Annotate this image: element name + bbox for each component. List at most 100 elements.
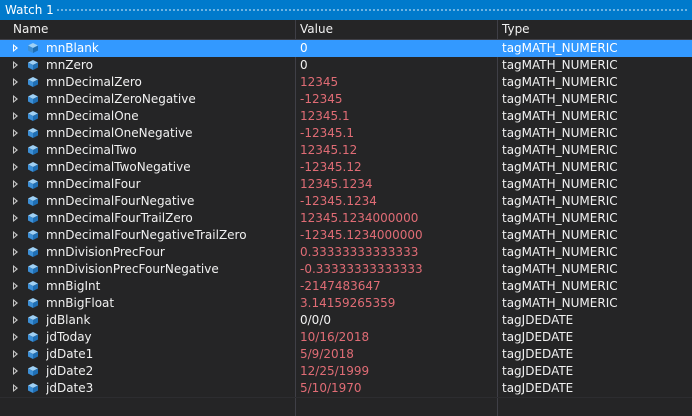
watch-row-value[interactable]: 5/10/1970 (300, 380, 494, 397)
watch-row[interactable]: mnBlank 0 tagMATH_NUMERIC (0, 40, 692, 57)
expand-arrow-icon[interactable] (13, 146, 18, 154)
watch-grid: Name Value Type mnBlank 0 tagMATH_NUMERIC m… (0, 20, 692, 416)
watch-row-value[interactable]: -2147483647 (300, 278, 494, 295)
watch-row[interactable]: mnBigFloat 3.14159265359 tagMATH_NUMERIC (0, 295, 692, 312)
column-header-value[interactable]: Value (300, 20, 333, 39)
watch-row-value[interactable]: -12345.12 (300, 159, 494, 176)
watch-row[interactable]: mnDecimalOneNegative -12345.1 tagMATH_NUME… (0, 125, 692, 142)
watch-row-value[interactable]: -0.33333333333333 (300, 261, 494, 278)
expand-arrow-icon[interactable] (13, 384, 18, 392)
column-header-type[interactable]: Type (502, 20, 530, 39)
watch-row-name[interactable]: mnBigFloat (46, 295, 292, 312)
watch-row[interactable]: jdToday 10/16/2018 tagJDEDATE (0, 329, 692, 346)
expand-arrow-icon[interactable] (13, 316, 18, 324)
watch-row-value[interactable]: 10/16/2018 (300, 329, 494, 346)
watch-row[interactable]: mnDecimalTwoNegative -12345.12 tagMATH_NUM… (0, 159, 692, 176)
watch-row[interactable]: jdDate2 12/25/1999 tagJDEDATE (0, 363, 692, 380)
watch-row-name[interactable]: mnDivisionPrecFour (46, 244, 292, 261)
watch-row[interactable]: mnDecimalOne 12345.1 tagMATH_NUMERIC (0, 108, 692, 125)
expand-arrow-icon[interactable] (13, 350, 18, 358)
watch-row-name[interactable]: mnDivisionPrecFourNegative (46, 261, 292, 278)
watch-row-value[interactable]: 12345.1234000000 (300, 210, 494, 227)
watch-row-name[interactable]: mnDecimalOne (46, 108, 292, 125)
watch-row[interactable]: mnDecimalFourTrailZero 12345.1234000000 ta… (0, 210, 692, 227)
expand-arrow-icon[interactable] (13, 248, 18, 256)
watch-row-name[interactable]: mnDecimalTwoNegative (46, 159, 292, 176)
watch-row-value[interactable]: 3.14159265359 (300, 295, 494, 312)
watch-row-type: tagJDEDATE (502, 313, 574, 327)
expand-arrow-icon[interactable] (13, 129, 18, 137)
watch-row-type: tagJDEDATE (502, 364, 574, 378)
expand-arrow-icon[interactable] (13, 180, 18, 188)
watch-row[interactable]: mnDecimalZero 12345 tagMATH_NUMERIC (0, 74, 692, 91)
watch-row[interactable]: mnDivisionPrecFourNegative -0.33333333333… (0, 261, 692, 278)
watch-row[interactable]: jdBlank 0/0/0 tagJDEDATE (0, 312, 692, 329)
watch-row-value[interactable]: 0 (300, 40, 494, 57)
watch-row-value[interactable]: -12345.1234000000 (300, 227, 494, 244)
field-icon (27, 59, 39, 71)
expand-arrow-icon[interactable] (13, 61, 18, 69)
expand-arrow-icon[interactable] (13, 78, 18, 86)
column-header-name[interactable]: Name (13, 20, 48, 39)
watch-row[interactable]: mnBigInt -2147483647 tagMATH_NUMERIC (0, 278, 692, 295)
expand-arrow-icon[interactable] (13, 333, 18, 341)
watch-row-name[interactable]: mnDecimalFourNegativeTrailZero (46, 227, 292, 244)
watch-row-value[interactable]: 12/25/1999 (300, 363, 494, 380)
watch-row-type: tagJDEDATE (502, 330, 574, 344)
watch-row-value[interactable]: -12345.1234 (300, 193, 494, 210)
watch-row-value[interactable]: -12345.1 (300, 125, 494, 142)
field-icon (27, 229, 39, 241)
expand-arrow-icon[interactable] (13, 197, 18, 205)
watch-row-name[interactable]: mnBigInt (46, 278, 292, 295)
watch-row[interactable]: mnDecimalFour 12345.1234 tagMATH_NUMERIC (0, 176, 692, 193)
watch-row[interactable]: mnDecimalFourNegative -12345.1234 tagMATH_… (0, 193, 692, 210)
field-icon (27, 144, 39, 156)
watch-row-name[interactable]: mnDecimalTwo (46, 142, 292, 159)
watch-row-name[interactable]: mnDecimalZeroNegative (46, 91, 292, 108)
expand-arrow-icon[interactable] (13, 163, 18, 171)
watch-row[interactable]: mnDecimalZeroNegative -12345 tagMATH_NUMER… (0, 91, 692, 108)
watch-row[interactable]: jdDate1 5/9/2018 tagJDEDATE (0, 346, 692, 363)
watch-row-value[interactable]: 12345.12 (300, 142, 494, 159)
expand-arrow-icon[interactable] (13, 44, 18, 52)
watch-row-name[interactable]: mnDecimalFour (46, 176, 292, 193)
expand-arrow-icon[interactable] (13, 282, 18, 290)
watch-row-value[interactable]: -12345 (300, 91, 494, 108)
watch-row-type: tagMATH_NUMERIC (502, 92, 618, 106)
watch-row[interactable]: mnDecimalFourNegativeTrailZero -12345.123… (0, 227, 692, 244)
watch-window-titlebar[interactable]: Watch 1 (0, 0, 692, 20)
expand-arrow-icon[interactable] (13, 95, 18, 103)
watch-row-name[interactable]: jdDate1 (46, 346, 292, 363)
expand-arrow-icon[interactable] (13, 367, 18, 375)
expand-arrow-icon[interactable] (13, 214, 18, 222)
watch-row-value[interactable]: 5/9/2018 (300, 346, 494, 363)
watch-row-name[interactable]: jdDate2 (46, 363, 292, 380)
watch-row-name[interactable]: mnBlank (46, 40, 292, 57)
watch-row-value[interactable]: 0.33333333333333 (300, 244, 494, 261)
expand-arrow-icon[interactable] (13, 265, 18, 273)
watch-row-name[interactable]: mnZero (46, 57, 292, 74)
watch-row-value[interactable]: 12345 (300, 74, 494, 91)
watch-row-type: tagMATH_NUMERIC (502, 126, 618, 140)
watch-row-name[interactable]: jdDate3 (46, 380, 292, 397)
watch-row-value[interactable]: 12345.1 (300, 108, 494, 125)
field-icon (27, 382, 39, 394)
expand-arrow-icon[interactable] (13, 112, 18, 120)
watch-row[interactable]: mnZero 0 tagMATH_NUMERIC (0, 57, 692, 74)
watch-row-name[interactable]: mnDecimalFourTrailZero (46, 210, 292, 227)
watch-row-value[interactable]: 12345.1234 (300, 176, 494, 193)
watch-row-value[interactable]: 0/0/0 (300, 312, 494, 329)
watch-row[interactable]: mnDivisionPrecFour 0.33333333333333 tagMAT… (0, 244, 692, 261)
watch-row-value[interactable]: 0 (300, 57, 494, 74)
expand-arrow-icon[interactable] (13, 299, 18, 307)
watch-row[interactable]: mnDecimalTwo 12345.12 tagMATH_NUMERIC (0, 142, 692, 159)
watch-row-name[interactable]: mnDecimalOneNegative (46, 125, 292, 142)
watch-row[interactable]: jdDate3 5/10/1970 tagJDEDATE (0, 380, 692, 397)
expand-arrow-icon[interactable] (13, 231, 18, 239)
watch-row-name[interactable]: mnDecimalFourNegative (46, 193, 292, 210)
watch-row-name[interactable]: mnDecimalZero (46, 74, 292, 91)
watch-row-name[interactable]: jdToday (46, 329, 292, 346)
watch-row-name[interactable]: jdBlank (46, 312, 292, 329)
field-icon (27, 246, 39, 258)
watch-row-type: tagMATH_NUMERIC (502, 228, 618, 242)
